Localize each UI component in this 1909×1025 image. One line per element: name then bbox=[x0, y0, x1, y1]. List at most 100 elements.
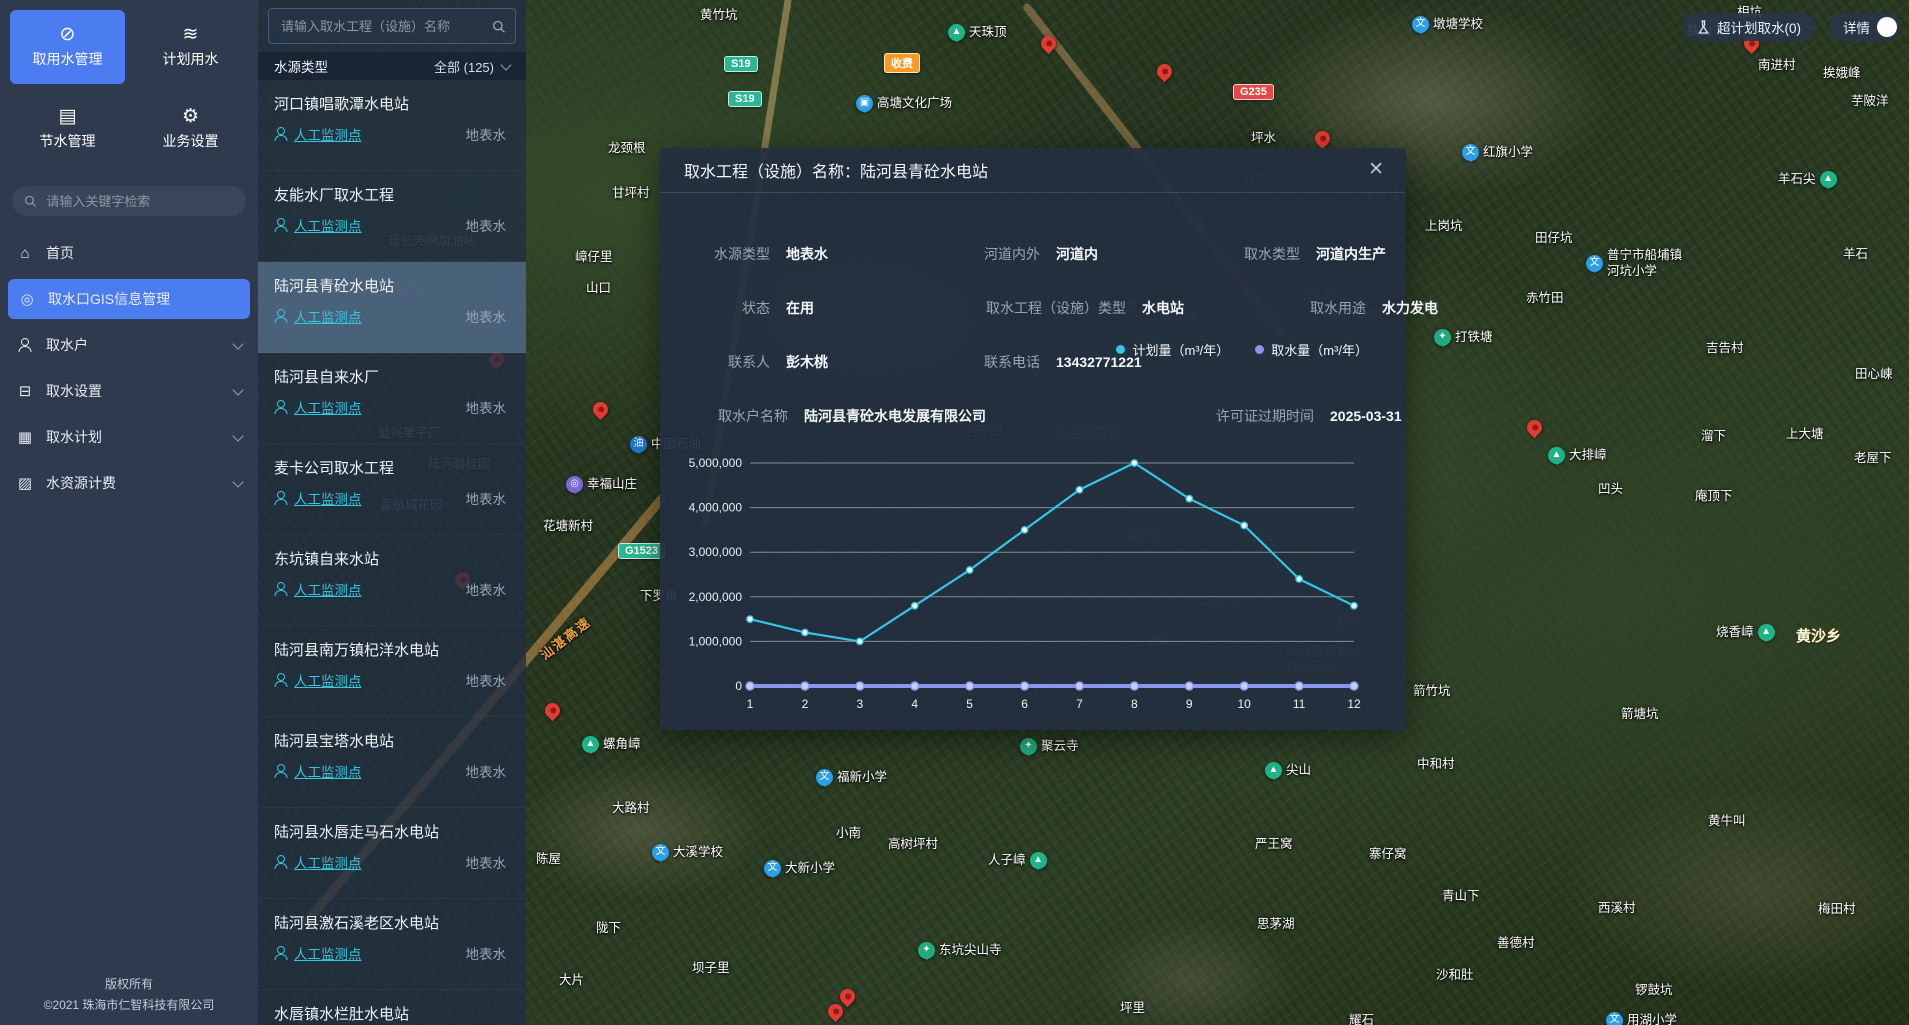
source-type-filter[interactable]: 水源类型 全部 (125) bbox=[258, 52, 526, 80]
building-pin-icon[interactable]: ▣ bbox=[856, 95, 873, 112]
tile-business-settings[interactable]: ⚙ 业务设置 bbox=[133, 92, 248, 166]
svg-text:11: 11 bbox=[1293, 697, 1306, 711]
school-pin-icon[interactable]: 文 bbox=[1586, 255, 1603, 272]
list-item[interactable]: 陆河县南万镇杞洋水电站人工监测点地表水 bbox=[258, 626, 526, 717]
school-pin-icon[interactable]: 文 bbox=[1606, 1012, 1623, 1025]
facility-search[interactable] bbox=[268, 8, 516, 44]
list-item[interactable]: 麦卡公司取水工程人工监测点地表水 bbox=[258, 444, 526, 535]
school-pin-icon[interactable]: 文 bbox=[816, 769, 833, 786]
mountain-pin-icon[interactable]: ▲ bbox=[1265, 762, 1282, 779]
temple-pin-icon[interactable]: ✦ bbox=[918, 942, 935, 959]
map-label: 西溪村 bbox=[1598, 901, 1636, 917]
mountain-pin-icon[interactable]: ▲ bbox=[1758, 624, 1775, 641]
manual-monitor-link[interactable]: 人工监测点 bbox=[274, 670, 362, 690]
mountain-pin-icon[interactable]: ▲ bbox=[582, 736, 599, 753]
facility-name: 陆河县宝塔水电站 bbox=[258, 717, 526, 751]
manual-monitor-link[interactable]: 人工监测点 bbox=[274, 215, 362, 235]
map-label: ▲螺角嶂 bbox=[582, 736, 641, 753]
person-icon bbox=[274, 855, 288, 869]
school-pin-icon[interactable]: 文 bbox=[1412, 16, 1429, 33]
manual-monitor-link[interactable]: 人工监测点 bbox=[274, 488, 362, 508]
over-plan-alert-button[interactable]: 超计划取水(0) bbox=[1683, 13, 1815, 41]
red-marker-icon[interactable] bbox=[837, 986, 858, 1007]
map-label: 大片 bbox=[559, 973, 584, 989]
manual-monitor-link[interactable]: 人工监测点 bbox=[274, 397, 362, 417]
person-icon bbox=[274, 491, 288, 505]
list-item[interactable]: 陆河县自来水厂人工监测点地表水 bbox=[258, 353, 526, 444]
map-label: 羊石尖▲ bbox=[1778, 171, 1837, 188]
map-label: 陇下 bbox=[596, 921, 621, 937]
sidebar-item-1[interactable]: ◎取水口GIS信息管理 bbox=[8, 279, 250, 319]
water-source-type: 地表水 bbox=[466, 124, 507, 144]
list-item[interactable]: 陆河县宝塔水电站人工监测点地表水 bbox=[258, 717, 526, 808]
tile-water-intake-mgmt[interactable]: ⊘ 取用水管理 bbox=[10, 10, 125, 84]
search-icon bbox=[24, 194, 36, 208]
temple-pin-icon[interactable]: ✦ bbox=[1020, 738, 1037, 755]
field-label: 水源类型 bbox=[684, 244, 770, 264]
road-badge: S19 bbox=[728, 91, 762, 107]
manual-monitor-link[interactable]: 人工监测点 bbox=[274, 306, 362, 326]
resort-pin-icon[interactable]: ◎ bbox=[566, 476, 583, 493]
tile-planned-water[interactable]: ≋ 计划用水 bbox=[133, 10, 248, 84]
list-item[interactable]: 陆河县水唇走马石水电站人工监测点地表水 bbox=[258, 808, 526, 899]
meter-icon: ⊘ bbox=[60, 25, 76, 44]
chevron-down-icon bbox=[232, 476, 243, 487]
svg-text:2,000,000: 2,000,000 bbox=[689, 590, 743, 604]
school-pin-icon[interactable]: 文 bbox=[652, 844, 669, 861]
list-item[interactable]: 河口镇唱歌潭水电站人工监测点地表水 bbox=[258, 80, 526, 171]
school-pin-icon[interactable]: 文 bbox=[1462, 144, 1479, 161]
list-item[interactable]: 东坑镇自来水站人工监测点地表水 bbox=[258, 535, 526, 626]
mountain-pin-icon[interactable]: ▲ bbox=[1548, 447, 1565, 464]
sidebar-search-input[interactable] bbox=[44, 193, 234, 210]
filter-label: 水源类型 bbox=[274, 56, 328, 76]
red-marker-icon[interactable] bbox=[1154, 61, 1175, 82]
filter-value-dropdown[interactable]: 全部 (125) bbox=[434, 57, 510, 76]
school-pin-icon[interactable]: 文 bbox=[764, 860, 781, 877]
dialog-title: 取水工程（设施）名称：陆河县青砼水电站 bbox=[684, 158, 988, 182]
red-marker-icon[interactable] bbox=[825, 1001, 846, 1022]
temple-pin-icon[interactable]: ✦ bbox=[1434, 329, 1451, 346]
manual-monitor-link[interactable]: 人工监测点 bbox=[274, 943, 362, 963]
mountain-pin-icon[interactable]: ▲ bbox=[948, 24, 965, 41]
tile-water-saving-mgmt[interactable]: ▤ 节水管理 bbox=[10, 92, 125, 166]
gas-station-icon[interactable]: 油 bbox=[630, 436, 647, 453]
menu-icon: ⌂ bbox=[16, 245, 34, 262]
manual-monitor-link[interactable]: 人工监测点 bbox=[274, 852, 362, 872]
svg-text:1: 1 bbox=[747, 697, 754, 711]
search-icon[interactable] bbox=[492, 19, 505, 34]
list-item[interactable]: 友能水厂取水工程人工监测点地表水 bbox=[258, 171, 526, 262]
module-tiles: ⊘ 取用水管理 ≋ 计划用水 ▤ 节水管理 ⚙ 业务设置 bbox=[0, 0, 258, 170]
sidebar-item-4[interactable]: ▦取水计划 bbox=[0, 414, 258, 460]
mountain-pin-icon[interactable]: ▲ bbox=[1030, 852, 1047, 869]
mountain-pin-icon[interactable]: ▲ bbox=[1820, 171, 1837, 188]
manual-monitor-link[interactable]: 人工监测点 bbox=[274, 124, 362, 144]
list-item[interactable]: 陆河县激石溪老区水电站人工监测点地表水 bbox=[258, 899, 526, 990]
toggle-knob-icon[interactable] bbox=[1877, 17, 1897, 37]
red-marker-icon[interactable] bbox=[1524, 417, 1545, 438]
red-marker-icon[interactable] bbox=[542, 700, 563, 721]
list-item[interactable]: 陆河县青砼水电站人工监测点地表水 bbox=[258, 262, 526, 353]
manual-monitor-link[interactable]: 人工监测点 bbox=[274, 761, 362, 781]
sidebar-item-5[interactable]: ▨水资源计费 bbox=[0, 460, 258, 506]
detail-toggle[interactable]: 详情 bbox=[1829, 13, 1901, 41]
map-label: 梅田村 bbox=[1818, 902, 1856, 918]
svg-text:5,000,000: 5,000,000 bbox=[689, 456, 743, 470]
menu-icon: ▦ bbox=[16, 428, 34, 446]
sidebar-item-2[interactable]: 取水户 bbox=[0, 322, 258, 368]
list-item[interactable]: 水唇镇水栏肚水电站人工监测点地表水 bbox=[258, 990, 526, 1025]
map-label: 南进村 bbox=[1758, 58, 1796, 74]
legend-item[interactable]: 计划量（m³/年） bbox=[1116, 340, 1229, 359]
svg-text:7: 7 bbox=[1076, 697, 1083, 711]
legend-item[interactable]: 取水量（m³/年） bbox=[1255, 340, 1368, 359]
chevron-down-icon bbox=[232, 384, 243, 395]
sidebar-item-3[interactable]: ⊟取水设置 bbox=[0, 368, 258, 414]
facility-search-input[interactable] bbox=[279, 18, 484, 35]
sidebar-item-0[interactable]: ⌂首页 bbox=[0, 230, 258, 276]
red-marker-icon[interactable] bbox=[1312, 128, 1333, 149]
menu-icon: ▨ bbox=[16, 474, 34, 492]
manual-monitor-link[interactable]: 人工监测点 bbox=[274, 579, 362, 599]
close-icon[interactable]: ✕ bbox=[1368, 158, 1384, 181]
sidebar-search[interactable] bbox=[12, 186, 246, 216]
menu-icon: ◎ bbox=[18, 290, 36, 308]
red-marker-icon[interactable] bbox=[590, 399, 611, 420]
